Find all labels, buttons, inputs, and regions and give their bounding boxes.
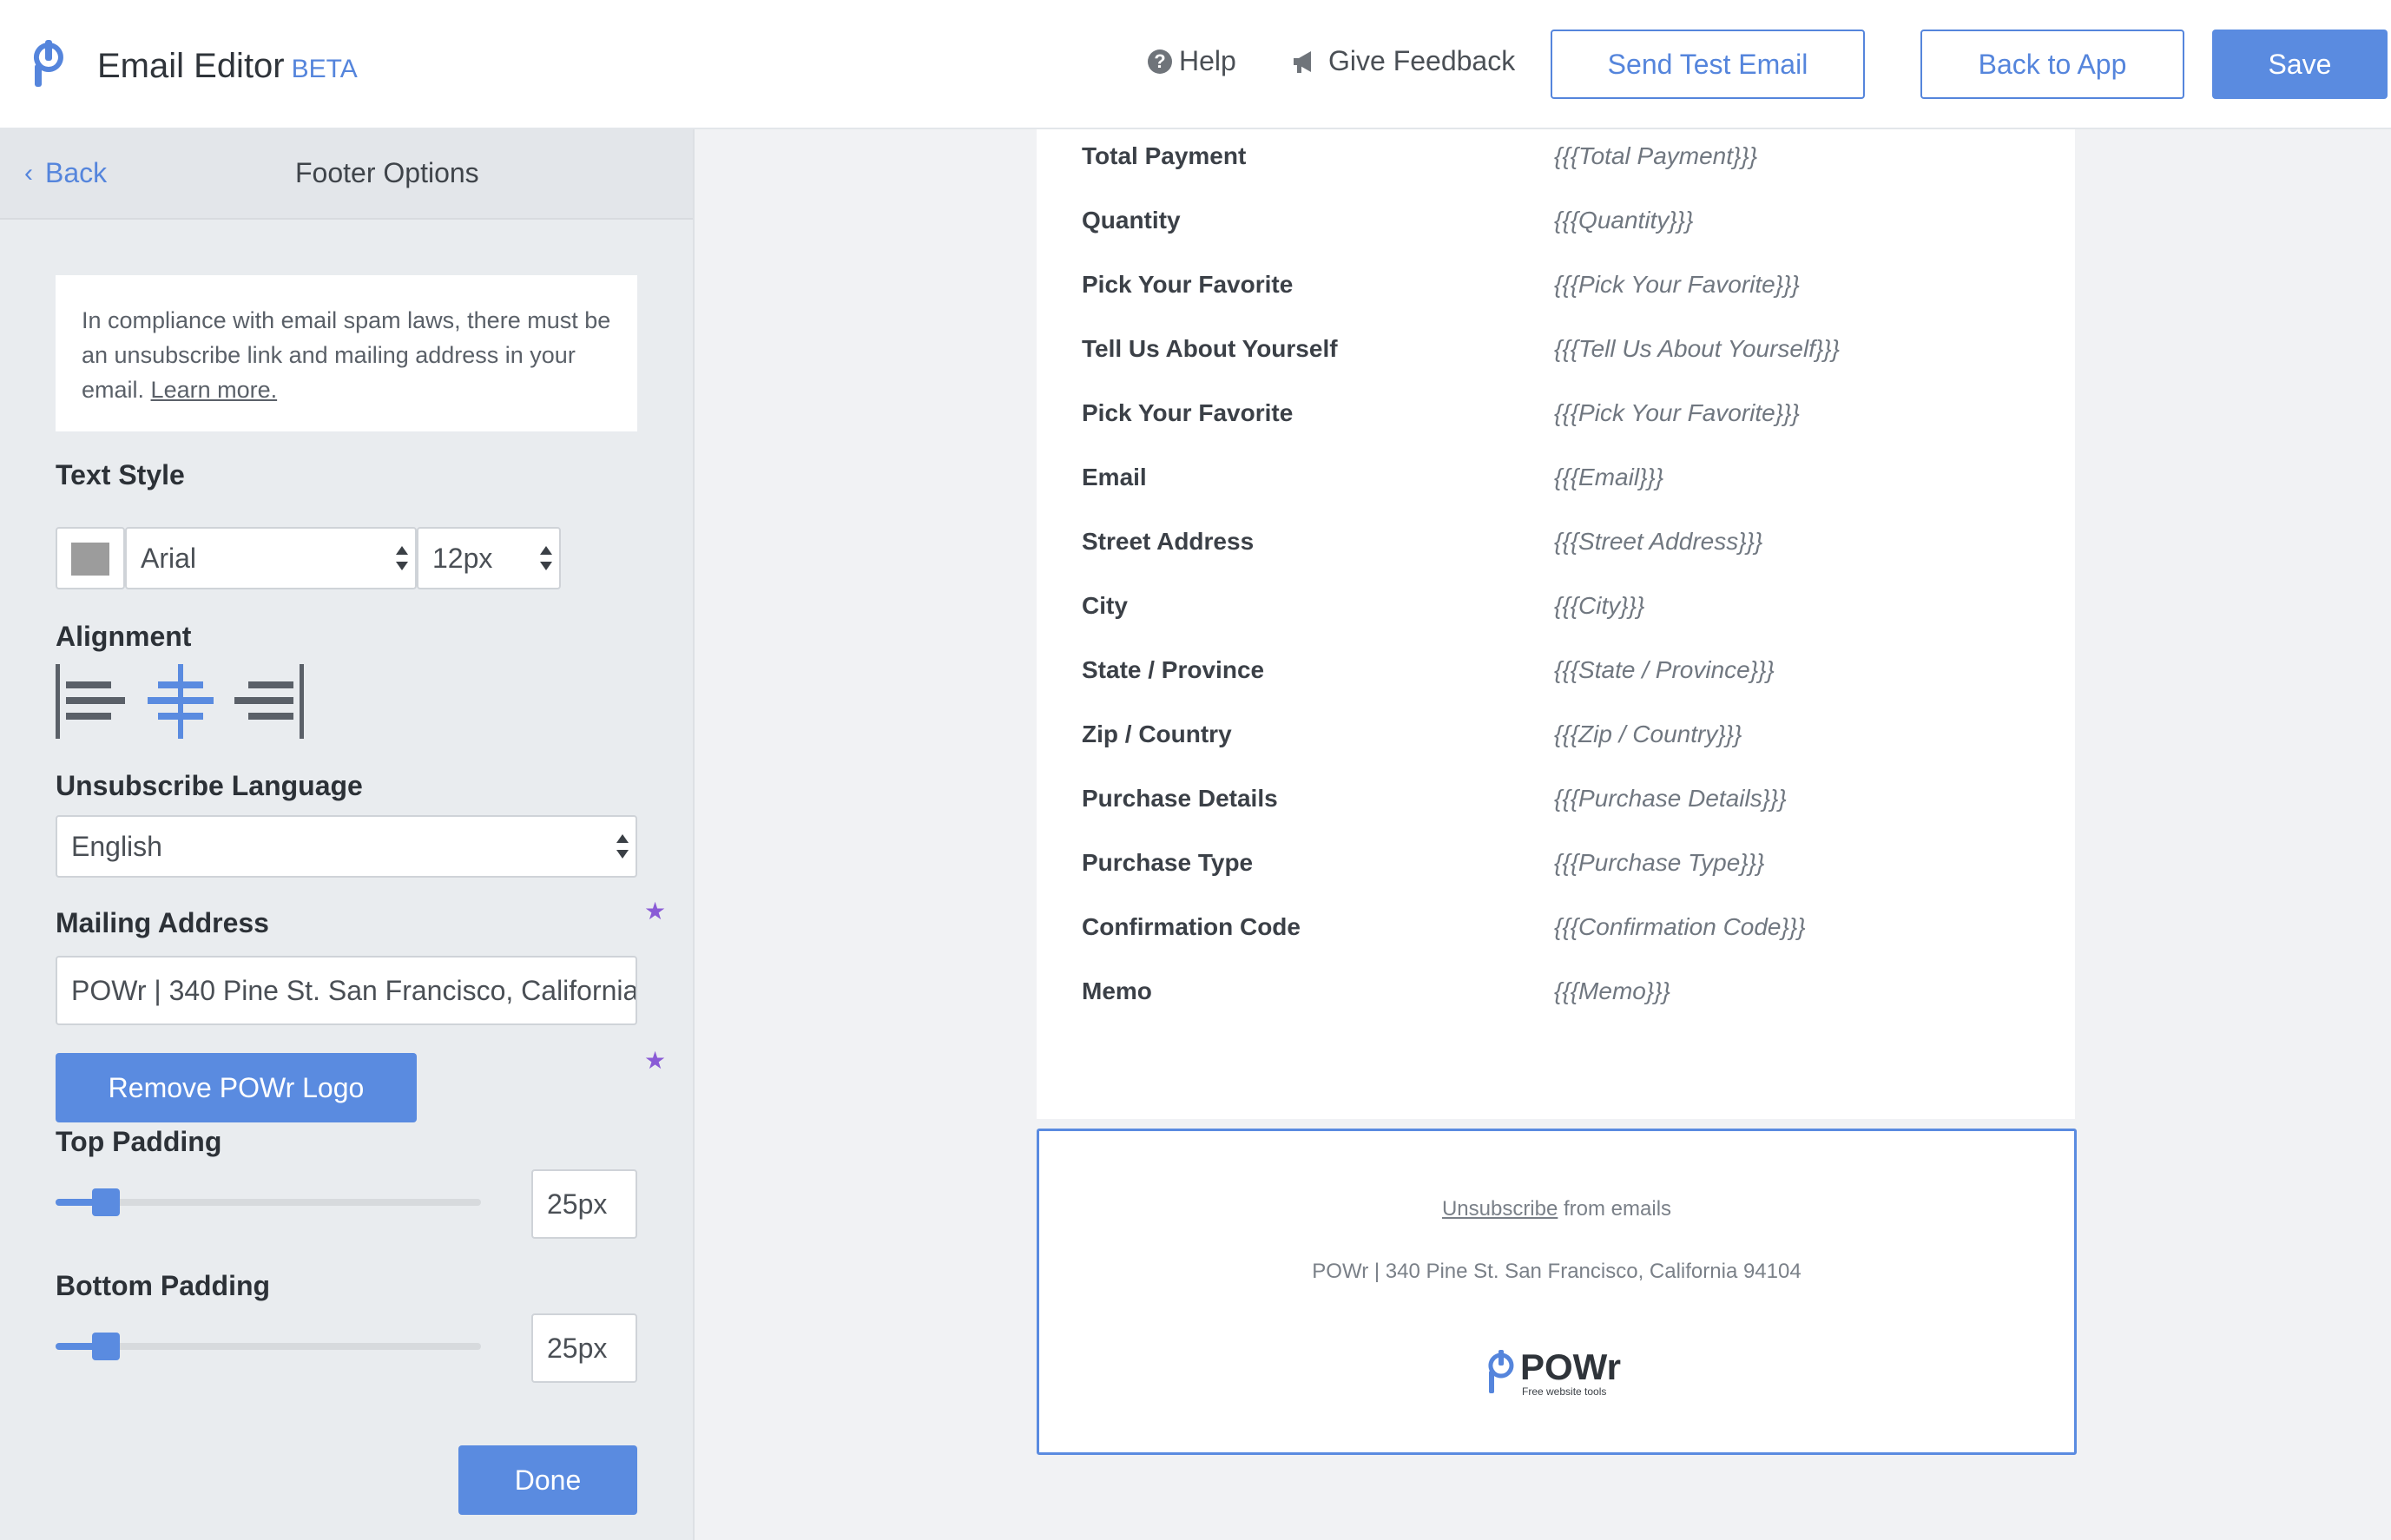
powr-logo-icon: [33, 40, 63, 87]
field-value: {{{Street Address}}}: [1554, 528, 1763, 555]
chevron-left-icon: ‹: [24, 158, 33, 188]
premium-star-icon: ★: [644, 1047, 667, 1074]
panel-header: ‹ Back Footer Options: [0, 129, 693, 220]
beta-badge: BETA: [291, 55, 358, 83]
footer-address: POWr | 340 Pine St. San Francisco, Calif…: [1312, 1260, 1801, 1283]
powr-logo: POWr Free website tools: [1488, 1346, 1621, 1398]
mailing-address-input[interactable]: POWr | 340 Pine St. San Francisco, Calif…: [56, 956, 637, 1025]
top-bar: Email Editor BETA ? Help Give Feedback Se…: [0, 0, 2391, 129]
field-label: Tell Us About Yourself: [1082, 335, 1338, 362]
top-padding-slider-thumb[interactable]: [92, 1188, 120, 1216]
top-padding-input[interactable]: 25px: [531, 1169, 637, 1239]
field-label: State / Province: [1082, 656, 1265, 683]
back-button[interactable]: ‹ Back: [24, 157, 107, 189]
field-label: Total Payment: [1082, 142, 1247, 169]
app-title: Email Editor BETA: [97, 47, 358, 85]
field-value: {{{Confirmation Code}}}: [1554, 913, 1806, 940]
give-feedback-link[interactable]: Give Feedback: [1292, 45, 1515, 77]
field-label: Quantity: [1082, 207, 1181, 234]
learn-more-link[interactable]: Learn more.: [151, 377, 278, 403]
align-center-icon[interactable]: [146, 664, 215, 742]
select-arrows-icon: [615, 831, 629, 864]
field-label: Pick Your Favorite: [1082, 271, 1294, 298]
select-arrows-icon: [394, 543, 408, 576]
field-label: Purchase Type: [1082, 849, 1254, 876]
field-value: {{{Total Payment}}}: [1554, 142, 1758, 169]
color-swatch: [71, 543, 109, 576]
unsubscribe-link[interactable]: Unsubscribe: [1442, 1197, 1558, 1221]
field-label: Street Address: [1082, 528, 1255, 555]
field-value: {{{Tell Us About Yourself}}}: [1554, 335, 1841, 362]
panel-title: Footer Options: [295, 157, 479, 188]
field-value: {{{Email}}}: [1554, 464, 1664, 490]
field-value: {{{Pick Your Favorite}}}: [1554, 271, 1800, 298]
bottom-padding-label: Bottom Padding: [56, 1270, 271, 1301]
megaphone-icon: [1294, 50, 1311, 73]
text-color-picker[interactable]: [56, 527, 125, 589]
field-label: Zip / Country: [1082, 721, 1232, 747]
back-label: Back: [45, 157, 108, 188]
help-link[interactable]: ? Help: [1148, 45, 1236, 77]
field-value: {{{Memo}}}: [1554, 977, 1670, 1004]
font-size-select[interactable]: 12px: [417, 527, 561, 589]
field-value: {{{State / Province}}}: [1554, 656, 1775, 683]
email-preview: Total Payment {{{Total Payment}}} Quanti…: [1037, 129, 2075, 1119]
unsubscribe-language-select[interactable]: English: [56, 815, 637, 878]
field-label: Pick Your Favorite: [1082, 399, 1294, 426]
footer-options-panel: ‹ Back Footer Options In compliance with…: [0, 129, 695, 1540]
powr-logo-text: POWr: [1520, 1346, 1621, 1387]
alignment-label: Alignment: [56, 621, 192, 652]
field-value: {{{Zip / Country}}}: [1554, 721, 1742, 747]
save-button[interactable]: Save: [2212, 30, 2388, 99]
unsubscribe-line: Unsubscribe from emails: [1039, 1197, 2074, 1221]
field-label: Email: [1082, 464, 1147, 490]
bottom-padding-input[interactable]: 25px: [531, 1313, 637, 1383]
field-value: {{{City}}}: [1554, 592, 1645, 619]
field-value: {{{Pick Your Favorite}}}: [1554, 399, 1800, 426]
feedback-label: Give Feedback: [1328, 45, 1516, 76]
question-icon: ?: [1148, 49, 1172, 74]
remove-powr-logo-button[interactable]: Remove POWr Logo: [56, 1053, 417, 1122]
font-select[interactable]: Arial: [125, 527, 417, 589]
email-footer-section[interactable]: Unsubscribe from emails POWr | 340 Pine …: [1037, 1129, 2077, 1455]
text-style-label: Text Style: [56, 459, 185, 490]
field-label: Confirmation Code: [1082, 913, 1301, 940]
unsubscribe-language-label: Unsubscribe Language: [56, 770, 363, 801]
done-button[interactable]: Done: [458, 1445, 637, 1515]
align-right-icon[interactable]: [234, 664, 304, 742]
field-value: {{{Purchase Details}}}: [1554, 785, 1787, 812]
top-padding-label: Top Padding: [56, 1126, 222, 1157]
field-value: {{{Quantity}}}: [1554, 207, 1694, 234]
unsubscribe-text: from emails: [1564, 1197, 1672, 1221]
back-to-app-button[interactable]: Back to App: [1920, 30, 2184, 99]
powr-logo-tagline: Free website tools: [1522, 1385, 1606, 1398]
send-test-email-button[interactable]: Send Test Email: [1551, 30, 1865, 99]
premium-star-icon: ★: [644, 898, 667, 925]
field-label: City: [1082, 592, 1128, 619]
select-arrows-icon: [538, 543, 552, 576]
bottom-padding-slider-thumb[interactable]: [92, 1333, 120, 1360]
field-label: Purchase Details: [1082, 785, 1278, 812]
mailing-address-label: Mailing Address: [56, 907, 269, 938]
help-label: Help: [1179, 45, 1236, 76]
align-left-icon[interactable]: [56, 664, 125, 742]
field-label: Memo: [1082, 977, 1152, 1004]
compliance-notice: In compliance with email spam laws, ther…: [56, 275, 637, 431]
field-value: {{{Purchase Type}}}: [1554, 849, 1765, 876]
